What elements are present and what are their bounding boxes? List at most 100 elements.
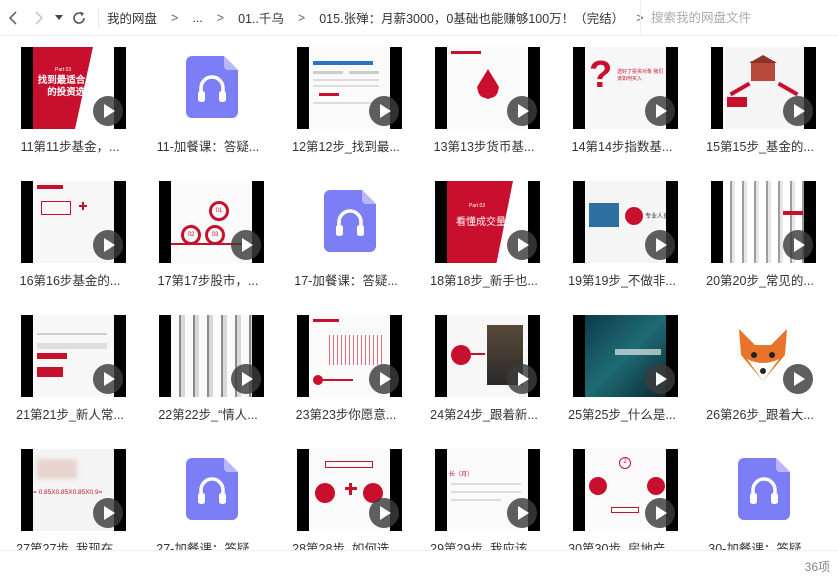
file-item[interactable]: 长（月） 29第29步_我应该... [415, 438, 553, 550]
audio-file-icon [186, 56, 238, 118]
file-item[interactable]: 28第28步_如何选... [277, 438, 415, 550]
file-name: 15第15步_基金的... [706, 140, 814, 154]
slide-title: 专业人员 [645, 214, 666, 220]
file-item[interactable]: 13第13步货币基... [415, 36, 553, 170]
play-icon [369, 498, 399, 528]
step-marker: 01 [209, 201, 229, 221]
file-name: 23第23步你愿意... [295, 408, 397, 422]
play-icon [93, 96, 123, 126]
file-name: 30第30步_房地产... [568, 542, 676, 550]
slide-title: 长（月） [449, 472, 474, 478]
play-icon [783, 96, 813, 126]
file-item[interactable]: Part 03 找到最适合自己的投资选择 11第11步基金，... [1, 36, 139, 170]
file-item[interactable]: 22第22步_“情人... [139, 304, 277, 438]
file-name: 22第22步_“情人... [158, 408, 258, 422]
file-name: 30-加餐课：答疑... [708, 542, 812, 550]
file-item[interactable]: 01 02 03 17第17步股市，... [139, 170, 277, 304]
play-icon [645, 96, 675, 126]
refresh-icon [73, 11, 85, 24]
file-item[interactable]: = 0.85X0.85X0.85X0.9= 27第27步_我现在... [1, 438, 139, 550]
file-item[interactable]: 25第25步_什么是... [553, 304, 691, 438]
file-name: 21第21步_新人常... [16, 408, 124, 422]
play-icon [783, 364, 813, 394]
video-thumbnail [435, 315, 540, 397]
file-item[interactable]: 专业人员 19第19步_不做非... [553, 170, 691, 304]
file-item[interactable]: 15第15步_基金的... [691, 36, 829, 170]
video-thumbnail [573, 315, 678, 397]
video-thumbnail [435, 47, 540, 129]
slide-title: 找到最适合自己的投资选择 [37, 75, 105, 98]
breadcrumb-item-folder[interactable]: 01..千乌 [238, 8, 284, 27]
file-item[interactable]: 21第21步_新人常... [1, 304, 139, 438]
video-thumbnail: 01 02 03 [159, 181, 264, 263]
refresh-button[interactable] [66, 0, 92, 36]
file-name: 20第20步_常见的... [706, 274, 814, 288]
breadcrumb-item-current[interactable]: 015.张殚：月薪3000，0基础也能赚够100万！（完结） [319, 8, 624, 27]
step-marker: 2 [619, 457, 631, 469]
slide-title: 看懂成交量 [456, 217, 506, 228]
search-box [640, 0, 838, 36]
audio-file-icon [186, 458, 238, 520]
play-icon [93, 498, 123, 528]
file-item[interactable]: 26第26步_跟着大... [691, 304, 829, 438]
video-thumbnail [21, 315, 126, 397]
file-item[interactable]: 30-加餐课：答疑... [691, 438, 829, 550]
toolbar-divider [98, 8, 99, 27]
file-name: 17-加餐课：答疑... [294, 274, 398, 288]
file-name: 17第17步股市，... [157, 274, 259, 288]
video-thumbnail: = 0.85X0.85X0.85X0.9= [21, 449, 126, 531]
top-toolbar: 我的网盘 > ... > 01..千乌 > 015.张殚：月薪3000，0基础也… [0, 0, 838, 36]
play-icon [369, 96, 399, 126]
file-item[interactable]: Part 03 看懂成交量 18第18步_新手也... [415, 170, 553, 304]
file-item[interactable]: 12第12步_找到最... [277, 36, 415, 170]
file-item[interactable]: 11-加餐课：答疑... [139, 36, 277, 170]
video-thumbnail [711, 47, 816, 129]
video-thumbnail [159, 315, 264, 397]
file-grid: Part 03 找到最适合自己的投资选择 11第11步基金，... 11-加餐课… [0, 36, 838, 550]
file-item[interactable]: 16第16步基金的... [1, 170, 139, 304]
status-bar: 36项 [0, 550, 838, 577]
file-name: 19第19步_不做非... [568, 274, 676, 288]
back-button[interactable] [0, 0, 26, 36]
file-name: 24第24步_跟着新... [430, 408, 538, 422]
video-thumbnail [297, 315, 402, 397]
video-thumbnail: ? 选好了投资对象 我们该如何买入 [573, 47, 678, 129]
play-icon [369, 364, 399, 394]
play-icon [507, 230, 537, 260]
file-name: 11第11步基金，... [20, 140, 120, 154]
item-count: 36项 [804, 560, 830, 574]
file-name: 26第26步_跟着大... [706, 408, 814, 422]
file-item[interactable]: 20第20步_常见的... [691, 170, 829, 304]
chevron-left-icon [8, 10, 17, 25]
breadcrumb-item-root[interactable]: 我的网盘 [107, 8, 157, 27]
breadcrumb-separator: > [297, 10, 306, 25]
step-marker: 03 [205, 225, 225, 245]
file-name: 27-加餐课：答疑... [156, 542, 260, 550]
breadcrumb: 我的网盘 > ... > 01..千乌 > 015.张殚：月薪3000，0基础也… [107, 8, 658, 27]
video-thumbnail [711, 181, 816, 263]
file-item[interactable]: 27-加餐课：答疑... [139, 438, 277, 550]
file-item[interactable]: 17-加餐课：答疑... [277, 170, 415, 304]
video-thumbnail: 长（月） [435, 449, 540, 531]
file-name: 12第12步_找到最... [292, 140, 400, 154]
step-marker: 02 [181, 225, 201, 245]
video-thumbnail [297, 449, 402, 531]
file-item[interactable]: 23第23步你愿意... [277, 304, 415, 438]
play-icon [645, 364, 675, 394]
slide-title: = 0.85X0.85X0.85X0.9= [33, 489, 103, 496]
video-thumbnail: Part 03 看懂成交量 [435, 181, 540, 263]
play-icon [645, 230, 675, 260]
video-thumbnail: 2 [573, 449, 678, 531]
audio-file-icon [324, 190, 376, 252]
slide-title: 选好了投资对象 我们该如何买入 [617, 69, 664, 82]
forward-button[interactable] [26, 0, 52, 36]
file-item[interactable]: 2 30第30步_房地产... [553, 438, 691, 550]
file-item[interactable]: 24第24步_跟着新... [415, 304, 553, 438]
file-item[interactable]: ? 选好了投资对象 我们该如何买入 14第14步指数基... [553, 36, 691, 170]
search-input[interactable] [641, 11, 821, 25]
breadcrumb-item-ellipsis[interactable]: ... [192, 11, 202, 25]
history-dropdown-button[interactable] [52, 0, 66, 36]
file-name: 18第18步_新手也... [430, 274, 538, 288]
audio-file-icon [738, 458, 790, 520]
file-name: 25第25步_什么是... [568, 408, 676, 422]
